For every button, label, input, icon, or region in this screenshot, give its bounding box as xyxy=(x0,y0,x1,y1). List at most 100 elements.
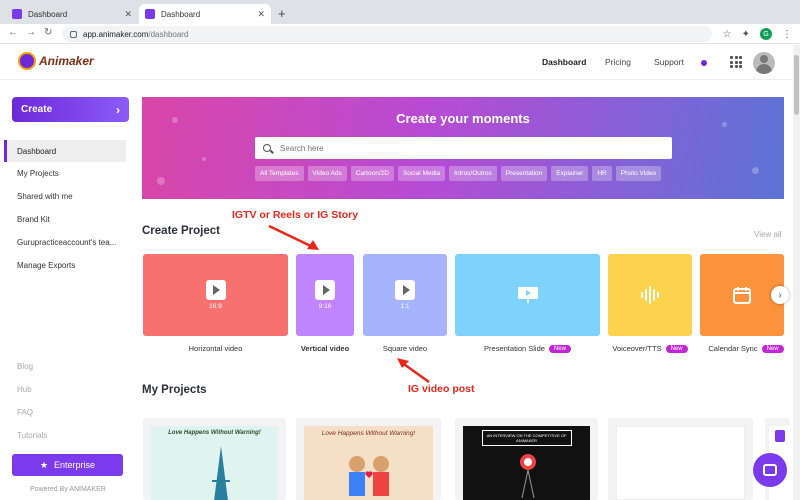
template-search[interactable] xyxy=(255,137,672,159)
logo-mark-icon xyxy=(18,52,36,70)
sidebar-link-faq[interactable]: FAQ xyxy=(17,408,33,417)
sidebar-item-shared[interactable]: Shared with me xyxy=(4,185,126,207)
sidebar-item-dashboard[interactable]: Dashboard xyxy=(4,140,126,162)
my-projects-title: My Projects xyxy=(142,384,207,396)
annotation-top: IGTV or Reels or IG Story xyxy=(232,209,359,221)
new-badge: New xyxy=(665,344,688,353)
chip-video-ads[interactable]: Video Ads xyxy=(307,166,347,181)
forward-icon[interactable]: → xyxy=(26,27,36,38)
chip-explainer[interactable]: Explainer xyxy=(551,166,589,181)
eiffel-tower-icon xyxy=(212,446,230,500)
project-thumb[interactable]: Love Happens Without Warning! xyxy=(296,418,441,500)
card-square-video[interactable]: 1:1 xyxy=(363,254,447,336)
chat-support-icon[interactable] xyxy=(753,453,787,487)
notification-dot-icon[interactable] xyxy=(701,60,707,66)
sidebar-item-manage-exports[interactable]: Manage Exports xyxy=(4,254,126,276)
logo-text: Animaker xyxy=(39,54,94,68)
address-bar-row: ← → ↻ app.animaker.com/dashboard ☆ ✦ G ⋮ xyxy=(0,24,800,44)
nav-dashboard[interactable]: Dashboard xyxy=(542,57,586,67)
avatar[interactable] xyxy=(753,52,775,74)
thumb-caption: Love Happens Without Warning! xyxy=(168,430,261,436)
close-icon[interactable]: ✕ xyxy=(257,9,265,20)
project-thumb[interactable]: Love Happens Without Warning! xyxy=(143,418,286,500)
powered-by-text: Powered By ANIMAKER xyxy=(30,486,106,493)
hero-title: Create your moments xyxy=(396,111,530,126)
new-tab-icon[interactable]: + xyxy=(278,6,286,21)
decor-dot xyxy=(202,157,206,161)
create-button[interactable]: Create › xyxy=(12,97,129,122)
soundwave-icon xyxy=(641,286,659,304)
scrollbar[interactable] xyxy=(793,45,800,500)
sidebar-link-blog[interactable]: Blog xyxy=(17,362,33,371)
card-presentation-slide[interactable] xyxy=(455,254,600,336)
browser-tab-2[interactable]: Dashboard ✕ xyxy=(139,4,271,24)
animaker-favicon-icon xyxy=(145,9,155,19)
card-label-text: Square video xyxy=(382,344,428,353)
card-label-text: Calendar Sync xyxy=(708,344,758,353)
nav-pricing[interactable]: Pricing xyxy=(605,57,631,67)
nav-support[interactable]: Support xyxy=(654,57,684,67)
browser-tab-1[interactable]: Dashboard ✕ xyxy=(6,4,138,24)
play-icon xyxy=(205,280,226,300)
chip-presentation[interactable]: Presentation xyxy=(500,166,548,181)
presentation-icon xyxy=(517,287,538,303)
card-horizontal-video[interactable]: 16:9 xyxy=(143,254,288,336)
carousel-next-icon[interactable]: › xyxy=(771,286,789,304)
lock-icon xyxy=(70,30,77,38)
chevron-right-icon: › xyxy=(116,102,120,117)
card-label: Presentation Slide New xyxy=(455,344,600,353)
card-label: Calendar Sync New xyxy=(700,344,792,353)
back-icon[interactable]: ← xyxy=(8,27,18,38)
decor-dot xyxy=(752,167,759,174)
close-icon[interactable]: ✕ xyxy=(124,9,132,20)
tab-label: Dashboard xyxy=(28,9,68,19)
project-thumb[interactable]: AN INTERVIEW ON THE COMPETITIVE OF ANIMA… xyxy=(455,418,598,500)
annotation-arrow-icon xyxy=(397,358,430,384)
star-icon[interactable]: ☆ xyxy=(723,29,732,40)
category-chips: All Templates Video Ads Cartoon/2D Socia… xyxy=(255,166,662,181)
project-thumb[interactable] xyxy=(608,418,753,500)
chip-intros[interactable]: Intros/Outros xyxy=(449,166,497,181)
play-icon xyxy=(395,280,415,300)
target-icon xyxy=(520,454,536,499)
sidebar-item-brand-kit[interactable]: Brand Kit xyxy=(4,208,126,230)
card-vertical-video[interactable]: 9:16 xyxy=(296,254,354,336)
url-field[interactable]: app.animaker.com/dashboard xyxy=(62,26,712,42)
apps-grid-icon[interactable] xyxy=(730,56,742,68)
profile-icon[interactable]: G xyxy=(760,28,772,40)
url-path: /dashboard xyxy=(148,29,189,39)
sidebar-link-tutorials[interactable]: Tutorials xyxy=(17,431,47,440)
url-host: app.animaker.com xyxy=(83,29,149,39)
enterprise-button[interactable]: ★ Enterprise xyxy=(12,454,123,476)
new-badge: New xyxy=(761,344,784,353)
chip-photo-video[interactable]: Photo Video xyxy=(615,166,662,181)
chip-cartoon[interactable]: Cartoon/2D xyxy=(350,166,394,181)
sidebar: Create › Dashboard My Projects Shared wi… xyxy=(0,80,135,500)
search-input[interactable] xyxy=(280,143,650,153)
play-icon xyxy=(315,280,335,300)
browser-tab-bar: Dashboard ✕ Dashboard ✕ + xyxy=(0,0,800,24)
card-label-text: Vertical video xyxy=(300,344,350,353)
hero-banner: Create your moments All Templates Video … xyxy=(142,97,784,199)
extensions-icon[interactable]: ✦ xyxy=(742,29,750,40)
sidebar-item-my-projects[interactable]: My Projects xyxy=(4,162,126,184)
more-icon[interactable]: ⋮ xyxy=(782,29,792,40)
card-label: Voiceover/TTS New xyxy=(604,344,696,353)
card-label: Square video xyxy=(363,344,447,353)
card-voiceover[interactable] xyxy=(608,254,692,336)
app-header: Animaker Dashboard Pricing Support xyxy=(0,44,800,80)
reload-icon[interactable]: ↻ xyxy=(44,27,52,38)
card-label: Vertical video xyxy=(290,344,360,353)
animaker-favicon-icon xyxy=(12,9,22,19)
thumb-caption: AN INTERVIEW ON THE COMPETITIVE OF ANIMA… xyxy=(481,430,572,446)
decor-dot xyxy=(157,177,165,185)
tab-label: Dashboard xyxy=(161,9,201,19)
view-all-link[interactable]: View all xyxy=(754,230,781,239)
chip-hr[interactable]: HR xyxy=(592,166,612,181)
animaker-logo[interactable]: Animaker xyxy=(18,52,94,70)
chip-all-templates[interactable]: All Templates xyxy=(255,166,304,181)
sidebar-link-hub[interactable]: Hub xyxy=(17,385,32,394)
chip-social-media[interactable]: Social Media xyxy=(397,166,446,181)
sidebar-item-team[interactable]: Gurupracticeaccount's tea... xyxy=(4,231,126,253)
couple-illustration-icon xyxy=(349,456,389,496)
